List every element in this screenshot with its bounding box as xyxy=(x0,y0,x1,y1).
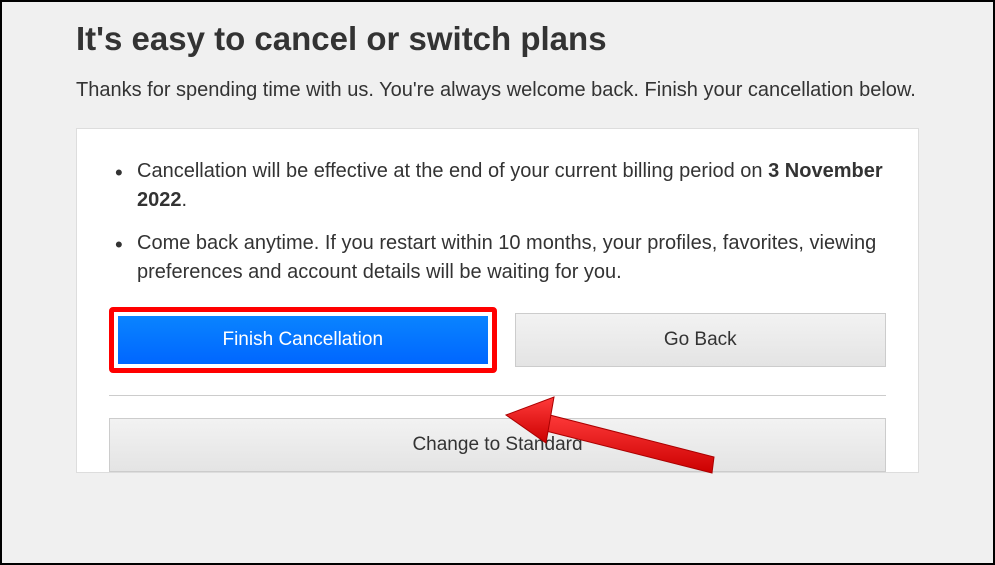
change-plan-button[interactable]: Change to Standard xyxy=(109,418,886,472)
cancel-page-container: It's easy to cancel or switch plans Than… xyxy=(2,2,993,473)
page-subtitle: Thanks for spending time with us. You're… xyxy=(76,76,919,104)
bullet-text-pre: Come back anytime. If you restart within… xyxy=(137,232,876,283)
list-item: Cancellation will be effective at the en… xyxy=(109,157,886,215)
info-bullets: Cancellation will be effective at the en… xyxy=(109,157,886,287)
list-item: Come back anytime. If you restart within… xyxy=(109,229,886,287)
highlight-box: Finish Cancellation xyxy=(109,307,497,373)
page-title: It's easy to cancel or switch plans xyxy=(76,20,919,58)
bullet-text-post: . xyxy=(182,189,188,211)
primary-button-row: Finish Cancellation Go Back xyxy=(109,307,886,373)
divider xyxy=(109,395,886,396)
bullet-text-pre: Cancellation will be effective at the en… xyxy=(137,160,768,182)
go-back-button[interactable]: Go Back xyxy=(515,313,887,367)
info-card: Cancellation will be effective at the en… xyxy=(76,128,919,473)
finish-cancellation-button[interactable]: Finish Cancellation xyxy=(118,316,488,364)
